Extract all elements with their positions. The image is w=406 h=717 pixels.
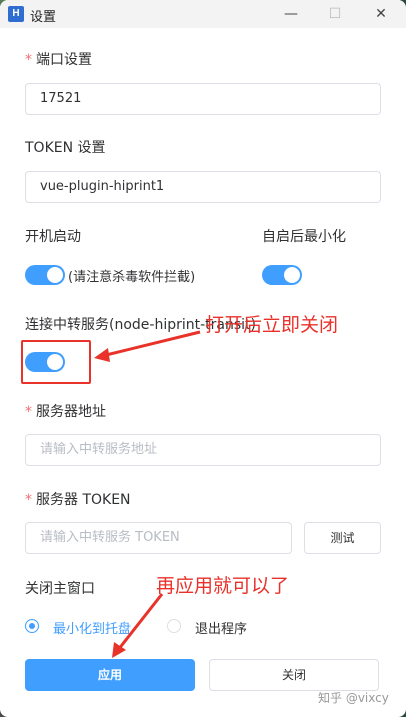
annotation-note-2: 再应用就可以了	[156, 575, 290, 597]
annotation-arrows	[94, 330, 201, 658]
annotation-arrowhead-1	[94, 348, 110, 362]
annotation-note-1: 打开后立即关闭	[205, 314, 339, 336]
watermark: 知乎 @vixcy	[318, 691, 389, 705]
annotation-arrow-1	[101, 330, 201, 358]
annotation-arrow-2	[116, 593, 164, 651]
settings-window: H 设置 — ☐ ✕ * 端口设置 17521 TOKEN 设置 vue-plug…	[0, 0, 406, 717]
